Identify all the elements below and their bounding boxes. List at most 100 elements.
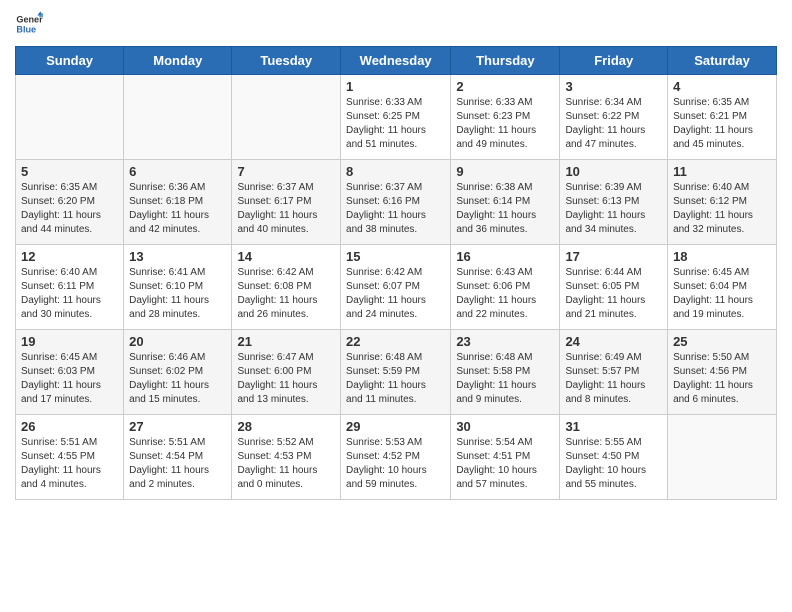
day-number: 7 xyxy=(237,164,335,179)
day-info: Sunrise: 6:48 AM Sunset: 5:58 PM Dayligh… xyxy=(456,351,554,407)
day-info: Sunrise: 6:45 AM Sunset: 6:04 PM Dayligh… xyxy=(673,266,771,322)
calendar-cell: 14 Sunrise: 6:42 AM Sunset: 6:08 PM Dayli… xyxy=(232,245,341,330)
calendar-cell: 17Sunrise: 6:44 AM Sunset: 6:05 PM Dayli… xyxy=(560,245,668,330)
calendar-cell: 10 Sunrise: 6:39 AM Sunset: 6:13 PM Dayli… xyxy=(560,160,668,245)
calendar-header-row: SundayMondayTuesdayWednesdayThursdayFrid… xyxy=(16,47,777,75)
calendar-cell: 5Sunrise: 6:35 AM Sunset: 6:20 PM Daylig… xyxy=(16,160,124,245)
calendar-cell: 30 Sunrise: 5:54 AM Sunset: 4:51 PM Dayli… xyxy=(451,415,560,500)
calendar-cell: 22 Sunrise: 6:48 AM Sunset: 5:59 PM Dayli… xyxy=(341,330,451,415)
calendar-cell xyxy=(124,75,232,160)
column-header-tuesday: Tuesday xyxy=(232,47,341,75)
calendar-cell: 8 Sunrise: 6:37 AM Sunset: 6:16 PM Daylig… xyxy=(341,160,451,245)
calendar-cell: 2Sunrise: 6:33 AM Sunset: 6:23 PM Daylig… xyxy=(451,75,560,160)
calendar-cell xyxy=(232,75,341,160)
day-number: 13 xyxy=(129,249,226,264)
day-info: Sunrise: 6:42 AM Sunset: 6:08 PM Dayligh… xyxy=(237,266,335,322)
day-info: Sunrise: 6:48 AM Sunset: 5:59 PM Dayligh… xyxy=(346,351,445,407)
day-number: 3 xyxy=(565,79,662,94)
day-number: 12 xyxy=(21,249,118,264)
day-info: Sunrise: 6:46 AM Sunset: 6:02 PM Dayligh… xyxy=(129,351,226,407)
day-info: Sunrise: 5:51 AM Sunset: 4:54 PM Dayligh… xyxy=(129,436,226,492)
day-info: Sunrise: 5:50 AM Sunset: 4:56 PM Dayligh… xyxy=(673,351,771,407)
day-info: Sunrise: 6:44 AM Sunset: 6:05 PM Dayligh… xyxy=(565,266,662,322)
day-info: Sunrise: 5:54 AM Sunset: 4:51 PM Dayligh… xyxy=(456,436,554,492)
calendar-cell: 11Sunrise: 6:40 AM Sunset: 6:12 PM Dayli… xyxy=(668,160,777,245)
calendar-cell: 24 Sunrise: 6:49 AM Sunset: 5:57 PM Dayli… xyxy=(560,330,668,415)
column-header-friday: Friday xyxy=(560,47,668,75)
day-number: 4 xyxy=(673,79,771,94)
day-info: Sunrise: 6:36 AM Sunset: 6:18 PM Dayligh… xyxy=(129,181,226,237)
day-info: Sunrise: 5:51 AM Sunset: 4:55 PM Dayligh… xyxy=(21,436,118,492)
day-number: 31 xyxy=(565,419,662,434)
calendar-cell: 9 Sunrise: 6:38 AM Sunset: 6:14 PM Daylig… xyxy=(451,160,560,245)
calendar-cell: 6 Sunrise: 6:36 AM Sunset: 6:18 PM Daylig… xyxy=(124,160,232,245)
calendar-cell xyxy=(668,415,777,500)
calendar-cell: 31 Sunrise: 5:55 AM Sunset: 4:50 PM Dayli… xyxy=(560,415,668,500)
calendar-cell: 19Sunrise: 6:45 AM Sunset: 6:03 PM Dayli… xyxy=(16,330,124,415)
column-header-wednesday: Wednesday xyxy=(341,47,451,75)
day-info: Sunrise: 6:33 AM Sunset: 6:25 PM Dayligh… xyxy=(346,96,445,152)
day-info: Sunrise: 5:55 AM Sunset: 4:50 PM Dayligh… xyxy=(565,436,662,492)
calendar-cell: 3 Sunrise: 6:34 AM Sunset: 6:22 PM Daylig… xyxy=(560,75,668,160)
svg-text:General: General xyxy=(16,15,43,25)
calendar-cell: 4 Sunrise: 6:35 AM Sunset: 6:21 PM Daylig… xyxy=(668,75,777,160)
calendar-cell: 16 Sunrise: 6:43 AM Sunset: 6:06 PM Dayli… xyxy=(451,245,560,330)
day-info: Sunrise: 6:42 AM Sunset: 6:07 PM Dayligh… xyxy=(346,266,445,322)
calendar-cell: 29 Sunrise: 5:53 AM Sunset: 4:52 PM Dayli… xyxy=(341,415,451,500)
logo-icon: General Blue xyxy=(15,10,43,38)
day-info: Sunrise: 6:33 AM Sunset: 6:23 PM Dayligh… xyxy=(456,96,554,152)
day-number: 30 xyxy=(456,419,554,434)
day-number: 1 xyxy=(346,79,445,94)
calendar-week-row: 12Sunrise: 6:40 AM Sunset: 6:11 PM Dayli… xyxy=(16,245,777,330)
calendar-cell: 12Sunrise: 6:40 AM Sunset: 6:11 PM Dayli… xyxy=(16,245,124,330)
calendar-cell: 18Sunrise: 6:45 AM Sunset: 6:04 PM Dayli… xyxy=(668,245,777,330)
calendar-cell: 13 Sunrise: 6:41 AM Sunset: 6:10 PM Dayli… xyxy=(124,245,232,330)
day-number: 8 xyxy=(346,164,445,179)
day-number: 28 xyxy=(237,419,335,434)
day-info: Sunrise: 6:39 AM Sunset: 6:13 PM Dayligh… xyxy=(565,181,662,237)
day-info: Sunrise: 6:38 AM Sunset: 6:14 PM Dayligh… xyxy=(456,181,554,237)
column-header-saturday: Saturday xyxy=(668,47,777,75)
day-number: 15 xyxy=(346,249,445,264)
column-header-thursday: Thursday xyxy=(451,47,560,75)
calendar-cell: 20 Sunrise: 6:46 AM Sunset: 6:02 PM Dayli… xyxy=(124,330,232,415)
calendar-week-row: 26Sunrise: 5:51 AM Sunset: 4:55 PM Dayli… xyxy=(16,415,777,500)
calendar-table: SundayMondayTuesdayWednesdayThursdayFrid… xyxy=(15,46,777,500)
day-number: 23 xyxy=(456,334,554,349)
day-number: 6 xyxy=(129,164,226,179)
day-number: 24 xyxy=(565,334,662,349)
day-info: Sunrise: 6:43 AM Sunset: 6:06 PM Dayligh… xyxy=(456,266,554,322)
logo: General Blue xyxy=(15,10,47,38)
calendar-body: 1 Sunrise: 6:33 AM Sunset: 6:25 PM Daylig… xyxy=(16,75,777,500)
day-number: 25 xyxy=(673,334,771,349)
calendar-week-row: 19Sunrise: 6:45 AM Sunset: 6:03 PM Dayli… xyxy=(16,330,777,415)
day-number: 29 xyxy=(346,419,445,434)
day-number: 27 xyxy=(129,419,226,434)
calendar-cell xyxy=(16,75,124,160)
calendar-cell: 23 Sunrise: 6:48 AM Sunset: 5:58 PM Dayli… xyxy=(451,330,560,415)
day-info: Sunrise: 6:34 AM Sunset: 6:22 PM Dayligh… xyxy=(565,96,662,152)
day-info: Sunrise: 6:49 AM Sunset: 5:57 PM Dayligh… xyxy=(565,351,662,407)
day-number: 9 xyxy=(456,164,554,179)
day-number: 11 xyxy=(673,164,771,179)
day-info: Sunrise: 6:37 AM Sunset: 6:16 PM Dayligh… xyxy=(346,181,445,237)
calendar-cell: 25 Sunrise: 5:50 AM Sunset: 4:56 PM Dayli… xyxy=(668,330,777,415)
day-number: 5 xyxy=(21,164,118,179)
day-number: 22 xyxy=(346,334,445,349)
calendar-week-row: 5Sunrise: 6:35 AM Sunset: 6:20 PM Daylig… xyxy=(16,160,777,245)
day-info: Sunrise: 6:41 AM Sunset: 6:10 PM Dayligh… xyxy=(129,266,226,322)
calendar-cell: 1 Sunrise: 6:33 AM Sunset: 6:25 PM Daylig… xyxy=(341,75,451,160)
calendar-cell: 15 Sunrise: 6:42 AM Sunset: 6:07 PM Dayli… xyxy=(341,245,451,330)
day-info: Sunrise: 5:53 AM Sunset: 4:52 PM Dayligh… xyxy=(346,436,445,492)
day-number: 14 xyxy=(237,249,335,264)
day-number: 16 xyxy=(456,249,554,264)
calendar-cell: 28Sunrise: 5:52 AM Sunset: 4:53 PM Dayli… xyxy=(232,415,341,500)
day-info: Sunrise: 6:45 AM Sunset: 6:03 PM Dayligh… xyxy=(21,351,118,407)
calendar-cell: 27 Sunrise: 5:51 AM Sunset: 4:54 PM Dayli… xyxy=(124,415,232,500)
day-info: Sunrise: 6:35 AM Sunset: 6:21 PM Dayligh… xyxy=(673,96,771,152)
column-header-sunday: Sunday xyxy=(16,47,124,75)
day-number: 10 xyxy=(565,164,662,179)
day-number: 20 xyxy=(129,334,226,349)
day-info: Sunrise: 6:37 AM Sunset: 6:17 PM Dayligh… xyxy=(237,181,335,237)
calendar-cell: 26Sunrise: 5:51 AM Sunset: 4:55 PM Dayli… xyxy=(16,415,124,500)
